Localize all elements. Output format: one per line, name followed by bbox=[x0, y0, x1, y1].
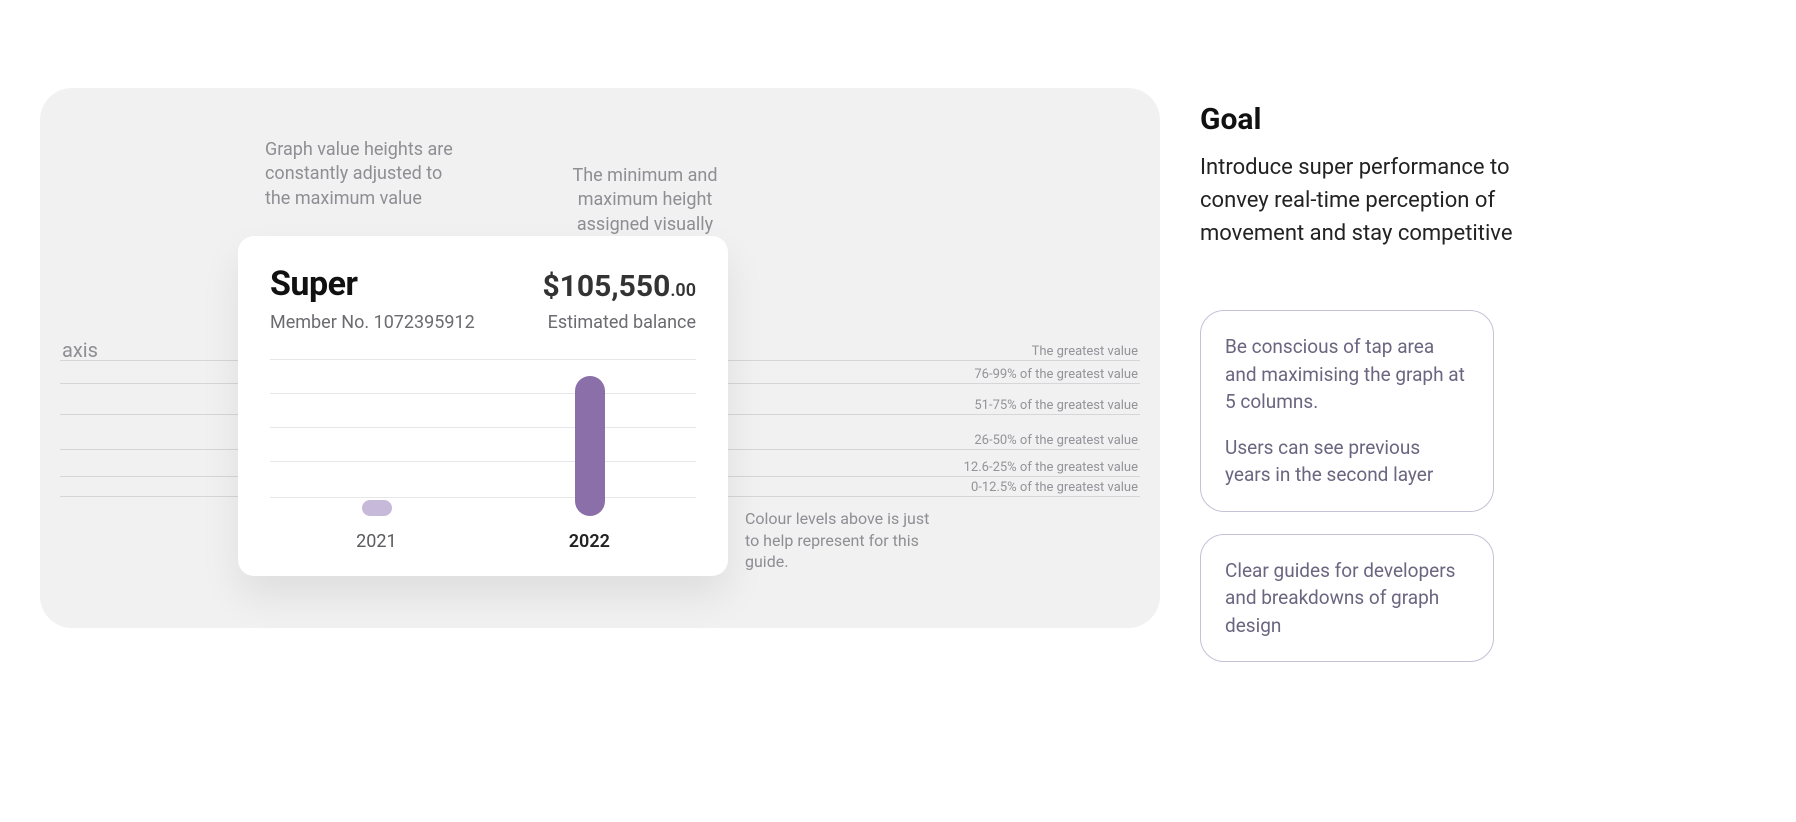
estimated-balance-value: $105,550.00 bbox=[542, 269, 696, 304]
note-card-dev-guides: Clear guides for developers and breakdow… bbox=[1200, 534, 1494, 663]
balance-whole: $105,550 bbox=[542, 269, 670, 304]
gridline-label: 76-99% of the greatest value bbox=[974, 367, 1138, 382]
note-card-tap-area: Be conscious of tap area and maximising … bbox=[1200, 310, 1494, 512]
super-balance-card: Super $105,550.00 Member No. 1072395912 … bbox=[238, 236, 728, 576]
gridline-label: 26-50% of the greatest value bbox=[974, 433, 1138, 448]
goal-heading: Goal bbox=[1200, 102, 1540, 137]
note-text: Be conscious of tap area and maximising … bbox=[1225, 333, 1469, 416]
balance-cents: .00 bbox=[670, 280, 696, 301]
gridline-label: 12.6-25% of the greatest value bbox=[964, 460, 1138, 475]
bar-2022-shape bbox=[575, 376, 605, 516]
estimated-balance-label: Estimated balance bbox=[548, 312, 696, 333]
note-text: Users can see previous years in the seco… bbox=[1225, 434, 1469, 489]
axis-label: axis bbox=[62, 338, 98, 362]
bar-2022[interactable] bbox=[530, 376, 650, 516]
annotation-min-max: The minimum and maximum height assigned … bbox=[545, 164, 745, 237]
goal-column: Goal Introduce super performance to conv… bbox=[1200, 102, 1540, 684]
year-label-2021: 2021 bbox=[356, 531, 396, 552]
gridline-label: 51-75% of the greatest value bbox=[974, 398, 1138, 413]
member-number: Member No. 1072395912 bbox=[270, 312, 475, 333]
gridline-label: 0-12.5% of the greatest value bbox=[971, 480, 1138, 495]
design-spec-panel: Graph value heights are constantly adjus… bbox=[40, 88, 1160, 628]
goal-body: Introduce super performance to convey re… bbox=[1200, 151, 1540, 250]
gridline-label: The greatest value bbox=[1032, 344, 1138, 359]
chart-gridline bbox=[270, 359, 696, 360]
bar-2021[interactable] bbox=[317, 500, 437, 516]
balance-chart: 2021 2022 bbox=[270, 351, 696, 556]
note-text: Clear guides for developers and breakdow… bbox=[1225, 557, 1469, 640]
card-title: Super bbox=[270, 264, 357, 304]
annotation-colour-note: Colour levels above is just to help repr… bbox=[745, 508, 935, 573]
year-label-2022: 2022 bbox=[569, 531, 610, 552]
annotation-graph-heights: Graph value heights are constantly adjus… bbox=[265, 138, 465, 211]
bar-2021-shape bbox=[362, 500, 392, 516]
